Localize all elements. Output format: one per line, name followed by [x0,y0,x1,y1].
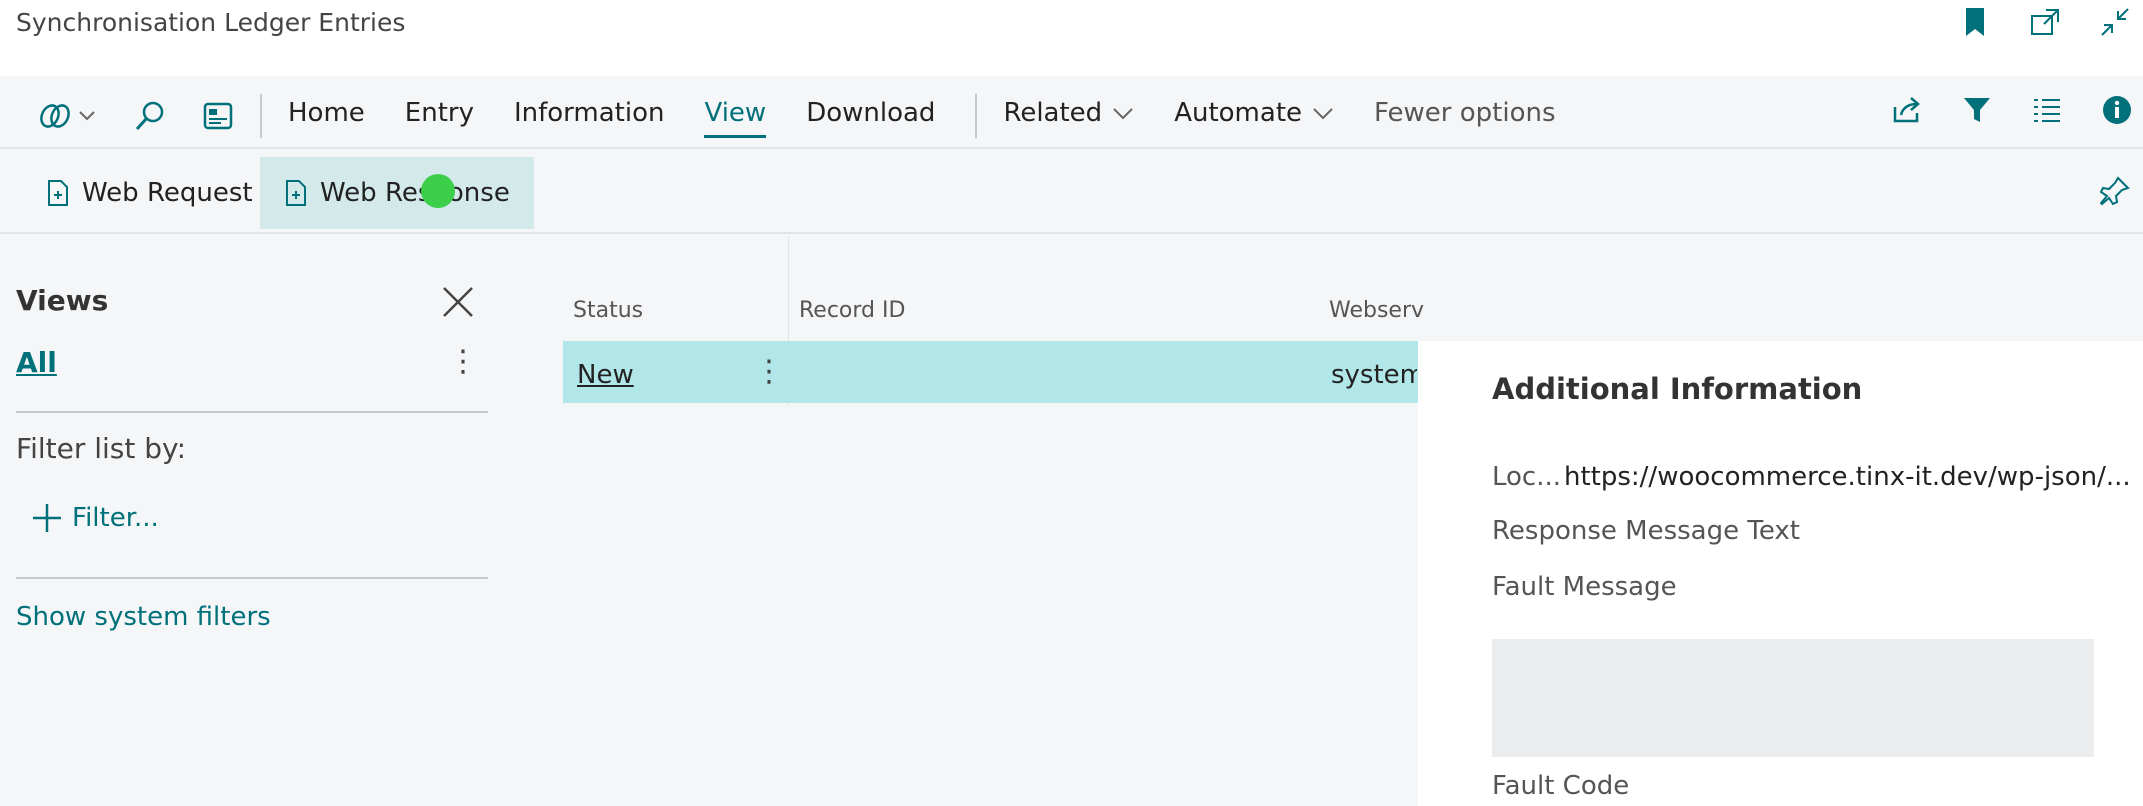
status-cell[interactable]: New [577,360,634,390]
chevron-down-icon [1113,108,1133,120]
filter-list-label: Filter list by: [16,432,187,465]
separator [260,94,262,138]
web-request-label: Web Request [82,178,253,208]
info-icon[interactable] [2101,94,2133,126]
fault-code-label: Fault Code [1492,771,1630,801]
filter-icon[interactable] [1961,94,1993,126]
fault-message-label: Fault Message [1492,572,1677,602]
edit-list-icon[interactable] [202,100,234,132]
menu-entry[interactable]: Entry [405,98,474,134]
divider [16,411,488,413]
view-all-link[interactable]: All [16,346,57,379]
pin-icon[interactable] [2099,175,2131,207]
action-bar-left: Home Entry Information View Download Rel… [38,94,1596,138]
menu-automate[interactable]: Automate [1174,98,1334,134]
location-value[interactable]: https://woocommerce.tinx-it.dev/wp-json/… [1564,462,2131,492]
title-icons [1959,6,2131,38]
row-more-options-icon[interactable]: ⋮ [754,354,784,389]
action-bar-right [1891,94,2133,126]
document-icon [48,180,68,206]
add-filter-label: Filter... [72,503,159,533]
add-filter-button[interactable]: Filter... [32,503,159,533]
fewer-options-button[interactable]: Fewer options [1374,98,1556,134]
column-header-webservice[interactable]: Webserv [1329,298,1424,323]
action-bar: Home Entry Information View Download Rel… [0,76,2143,149]
location-label: Loc... [1492,462,1562,492]
menu-related[interactable]: Related [1003,98,1134,134]
collapse-icon[interactable] [2099,6,2131,38]
web-response-button[interactable]: Web Response [260,157,534,229]
close-icon[interactable] [438,282,478,322]
menu-information[interactable]: Information [514,98,665,134]
menu-home[interactable]: Home [288,98,365,134]
document-icon [286,180,306,206]
search-icon[interactable] [134,100,166,132]
table-row[interactable] [563,341,1418,403]
menu-related-label: Related [1003,98,1103,128]
list-view-icon[interactable] [2031,94,2063,126]
show-system-filters-link[interactable]: Show system filters [16,602,271,632]
webservice-cell: system_ [1331,360,1417,390]
share-icon[interactable] [1891,94,1923,126]
title-bar: Synchronisation Ledger Entries [0,0,2143,76]
divider [16,577,488,579]
response-message-label: Response Message Text [1492,516,1800,546]
menu-download[interactable]: Download [806,98,935,134]
view-more-options-icon[interactable]: ⋮ [448,344,478,379]
additional-information-panel: Additional Information Loc... https://wo… [1418,341,2143,806]
open-new-window-icon[interactable] [2029,6,2061,38]
copilot-icon[interactable] [38,100,100,132]
cursor-indicator [421,174,455,208]
plus-icon [33,504,61,532]
views-title: Views [16,284,109,317]
chevron-down-icon [1313,108,1333,120]
menu-automate-label: Automate [1174,98,1303,128]
separator [975,94,978,138]
page-title: Synchronisation Ledger Entries [16,8,406,37]
column-header-status[interactable]: Status [573,298,643,323]
fault-message-value [1492,639,2094,757]
factbox-title: Additional Information [1492,372,1863,406]
bookmark-icon[interactable] [1959,6,1991,38]
sub-action-bar: Web Request Web Response [0,151,2143,234]
column-header-record-id[interactable]: Record ID [799,298,905,323]
web-request-button[interactable]: Web Request [22,157,277,229]
web-response-label: Web Response [320,178,510,208]
menu-view[interactable]: View [704,98,766,138]
